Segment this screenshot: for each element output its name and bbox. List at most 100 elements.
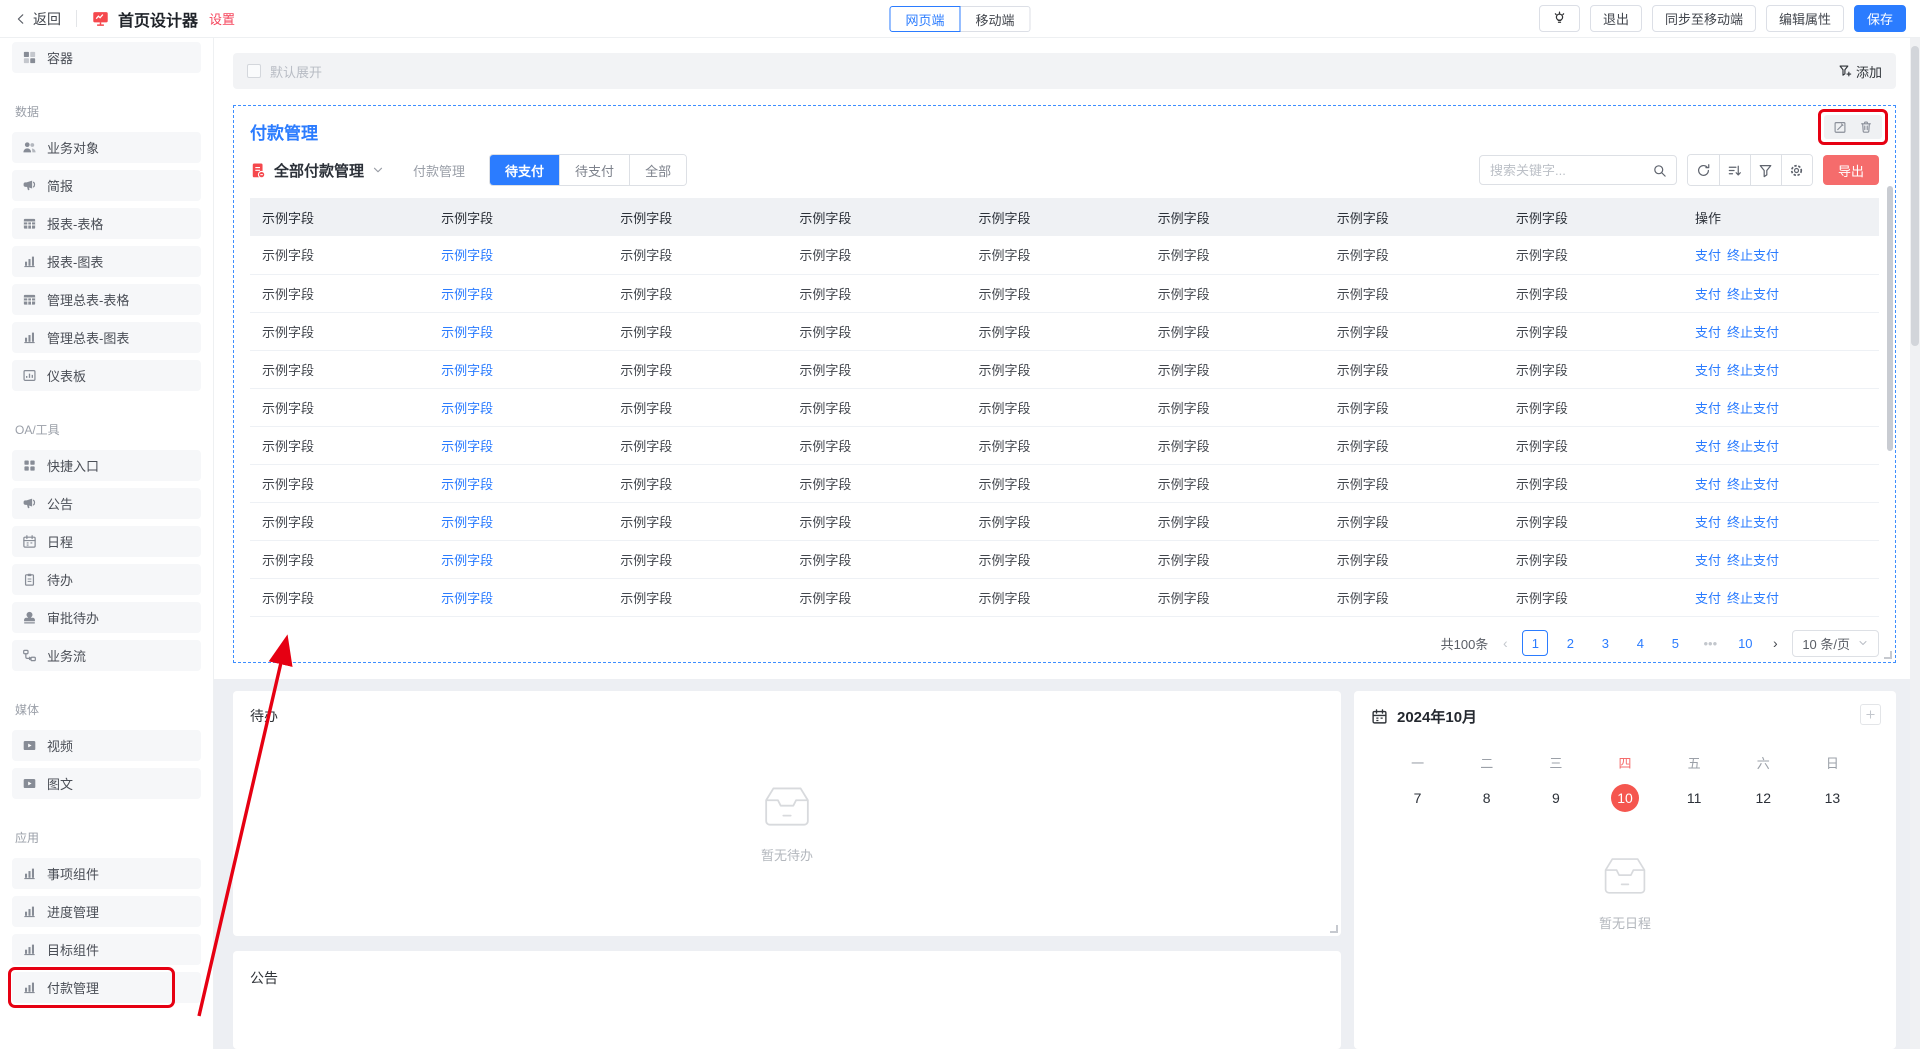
terminate-pay-link[interactable]: 终止支付 [1727, 287, 1779, 302]
page-1[interactable]: 1 [1522, 630, 1548, 656]
table-cell[interactable]: 示例字段 [429, 464, 608, 502]
sidebar-item-matter-component[interactable]: 事项组件 [12, 858, 201, 889]
next-page-button[interactable]: › [1767, 635, 1783, 651]
calendar-card[interactable]: 2024年10月 一二三四五六日 78910111213 暂无日程 [1354, 691, 1896, 1049]
sidebar-item-summary-chart[interactable]: 管理总表-图表 [12, 322, 201, 353]
date-cell-13[interactable]: 13 [1798, 784, 1867, 812]
table-row[interactable]: 示例字段示例字段示例字段示例字段示例字段示例字段示例字段示例字段支付终止支付 [250, 540, 1879, 578]
terminate-pay-link[interactable]: 终止支付 [1727, 325, 1779, 340]
todo-card[interactable]: 待办 暂无待办 [233, 691, 1341, 936]
sidebar-item-image-text[interactable]: 图文 [12, 768, 201, 799]
prev-page-button[interactable]: ‹ [1497, 635, 1513, 651]
terminate-pay-link[interactable]: 终止支付 [1727, 439, 1779, 454]
pay-link[interactable]: 支付 [1695, 325, 1721, 340]
segment-pending-pay[interactable]: 待支付 [490, 155, 559, 185]
page-4[interactable]: 4 [1627, 630, 1653, 656]
exit-button[interactable]: 退出 [1590, 5, 1642, 32]
table-cell[interactable]: 示例字段 [429, 236, 608, 274]
sidebar-item-schedule[interactable]: 日程 [12, 526, 201, 557]
todo-resize-handle[interactable] [1330, 925, 1338, 933]
table-row[interactable]: 示例字段示例字段示例字段示例字段示例字段示例字段示例字段示例字段支付终止支付 [250, 502, 1879, 540]
table-row[interactable]: 示例字段示例字段示例字段示例字段示例字段示例字段示例字段示例字段支付终止支付 [250, 426, 1879, 464]
pay-link[interactable]: 支付 [1695, 439, 1721, 454]
terminate-pay-link[interactable]: 终止支付 [1727, 553, 1779, 568]
mode-tab-mobile[interactable]: 移动端 [960, 6, 1031, 32]
table-row[interactable]: 示例字段示例字段示例字段示例字段示例字段示例字段示例字段示例字段支付终止支付 [250, 464, 1879, 502]
sidebar-item-dashboard[interactable]: 仪表板 [12, 360, 201, 391]
settings-link[interactable]: 设置 [209, 9, 235, 28]
table-cell[interactable]: 示例字段 [429, 426, 608, 464]
panel-scrollbar-thumb[interactable] [1887, 186, 1893, 451]
sync-to-mobile-button[interactable]: 同步至移动端 [1652, 5, 1756, 32]
sidebar-item-video[interactable]: 视频 [12, 730, 201, 761]
segment-all[interactable]: 全部 [629, 155, 686, 185]
pay-link[interactable]: 支付 [1695, 287, 1721, 302]
terminate-pay-link[interactable]: 终止支付 [1727, 363, 1779, 378]
sidebar-item-goal-component[interactable]: 目标组件 [12, 934, 201, 965]
add-button[interactable]: 添加 [1838, 62, 1882, 81]
pay-link[interactable]: 支付 [1695, 591, 1721, 606]
pay-link[interactable]: 支付 [1695, 248, 1721, 263]
save-button[interactable]: 保存 [1854, 5, 1906, 32]
tips-button[interactable] [1539, 5, 1580, 32]
pay-link[interactable]: 支付 [1695, 401, 1721, 416]
mode-tab-web[interactable]: 网页端 [889, 6, 960, 32]
date-cell-12[interactable]: 12 [1729, 784, 1798, 812]
sidebar-item-approval-todo[interactable]: 审批待办 [12, 602, 201, 633]
terminate-pay-link[interactable]: 终止支付 [1727, 515, 1779, 530]
pay-link[interactable]: 支付 [1695, 477, 1721, 492]
terminate-pay-link[interactable]: 终止支付 [1727, 591, 1779, 606]
page-scrollbar-thumb[interactable] [1911, 46, 1919, 346]
table-row[interactable]: 示例字段示例字段示例字段示例字段示例字段示例字段示例字段示例字段支付终止支付 [250, 388, 1879, 426]
back-button[interactable]: 返回 [14, 9, 61, 29]
secondary-tab-label[interactable]: 付款管理 [413, 161, 465, 180]
date-cell-11[interactable]: 11 [1660, 784, 1729, 812]
segment-to-pay[interactable]: 待支付 [559, 155, 629, 185]
trash-icon[interactable] [1859, 120, 1873, 134]
search-button[interactable] [1644, 156, 1676, 184]
default-expand-checkbox[interactable] [247, 64, 261, 78]
sidebar-item-announcement[interactable]: 公告 [12, 488, 201, 519]
page-3[interactable]: 3 [1592, 630, 1618, 656]
edit-icon[interactable] [1833, 120, 1847, 134]
date-cell-9[interactable]: 9 [1521, 784, 1590, 812]
date-cell-7[interactable]: 7 [1383, 784, 1452, 812]
refresh-button[interactable] [1688, 155, 1719, 185]
page-size-select[interactable]: 10 条/页 [1792, 630, 1879, 657]
pay-link[interactable]: 支付 [1695, 553, 1721, 568]
payment-component-panel[interactable]: 付款管理 全部付款管理 付款管理 待支付待支付全部 [233, 105, 1896, 663]
terminate-pay-link[interactable]: 终止支付 [1727, 401, 1779, 416]
sidebar-item-quick-entry[interactable]: 快捷入口 [12, 450, 201, 481]
pay-link[interactable]: 支付 [1695, 363, 1721, 378]
page-5[interactable]: 5 [1662, 630, 1688, 656]
page-10[interactable]: 10 [1732, 630, 1758, 656]
terminate-pay-link[interactable]: 终止支付 [1727, 248, 1779, 263]
table-row[interactable]: 示例字段示例字段示例字段示例字段示例字段示例字段示例字段示例字段支付终止支付 [250, 350, 1879, 388]
table-row[interactable]: 示例字段示例字段示例字段示例字段示例字段示例字段示例字段示例字段支付终止支付 [250, 578, 1879, 616]
sidebar-item-container[interactable]: 容器 [12, 42, 201, 73]
sidebar-item-report-chart[interactable]: 报表-图表 [12, 246, 201, 277]
settings-gear-button[interactable] [1781, 155, 1812, 185]
table-row[interactable]: 示例字段示例字段示例字段示例字段示例字段示例字段示例字段示例字段支付终止支付 [250, 312, 1879, 350]
filter-button[interactable] [1750, 155, 1781, 185]
page-scrollbar[interactable] [1910, 38, 1920, 1049]
sidebar-item-payment-management[interactable]: 付款管理 [12, 972, 201, 1003]
sidebar-item-report-table[interactable]: 报表-表格 [12, 208, 201, 239]
terminate-pay-link[interactable]: 终止支付 [1727, 477, 1779, 492]
sidebar-item-business-object[interactable]: 业务对象 [12, 132, 201, 163]
table-cell[interactable]: 示例字段 [429, 502, 608, 540]
search-input[interactable] [1480, 163, 1644, 178]
date-cell-8[interactable]: 8 [1452, 784, 1521, 812]
sort-button[interactable] [1719, 155, 1750, 185]
table-cell[interactable]: 示例字段 [429, 350, 608, 388]
table-cell[interactable]: 示例字段 [429, 312, 608, 350]
sidebar-item-briefing[interactable]: 简报 [12, 170, 201, 201]
export-button[interactable]: 导出 [1823, 155, 1879, 185]
page-2[interactable]: 2 [1557, 630, 1583, 656]
calendar-add-button[interactable] [1860, 704, 1881, 725]
pay-link[interactable]: 支付 [1695, 515, 1721, 530]
sidebar-item-business-flow[interactable]: 业务流 [12, 640, 201, 671]
table-cell[interactable]: 示例字段 [429, 540, 608, 578]
notice-card[interactable]: 公告 [233, 951, 1341, 1049]
sidebar-item-summary-table[interactable]: 管理总表-表格 [12, 284, 201, 315]
